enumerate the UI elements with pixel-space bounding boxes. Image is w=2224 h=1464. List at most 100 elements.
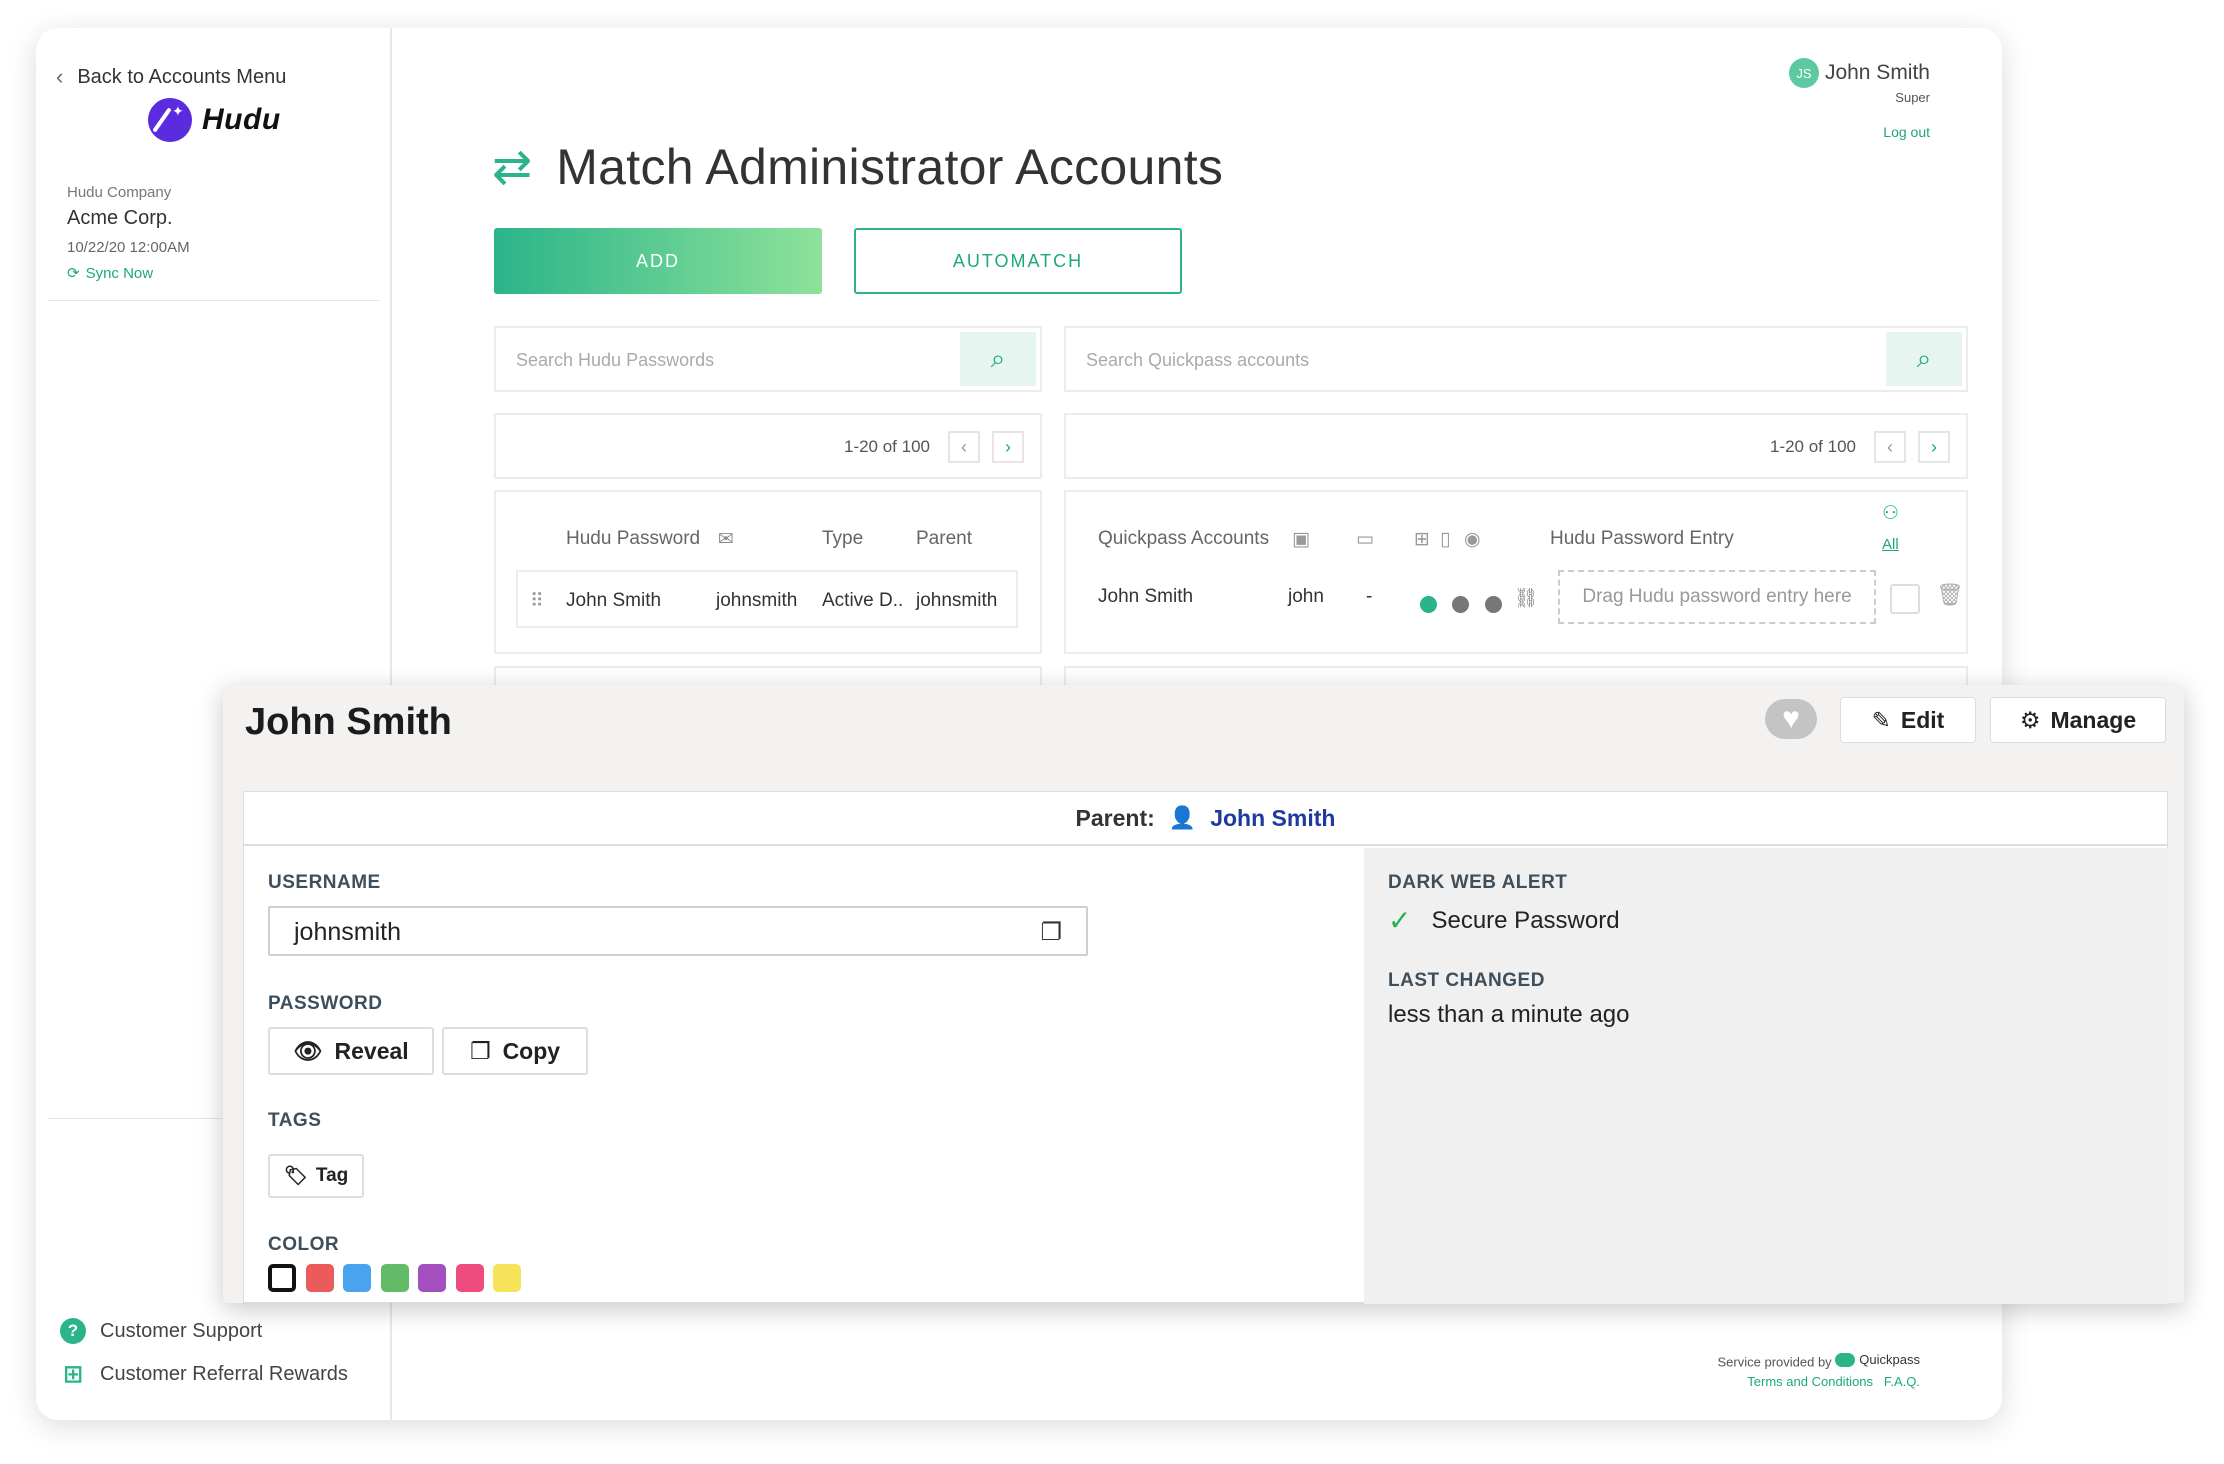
parent-link[interactable]: John Smith — [1210, 805, 1335, 832]
row-username: johnsmith — [716, 590, 798, 611]
password-card: Parent: 👤 John Smith USERNAME johnsmith … — [243, 791, 2169, 1304]
customer-support-link[interactable]: ? Customer Support — [60, 1318, 262, 1344]
last-changed-value: less than a minute ago — [1388, 1001, 1630, 1028]
copy-icon: ❐ — [469, 1037, 491, 1064]
pager-info: 1-20 of 100 — [843, 437, 930, 456]
column-header[interactable]: Hudu Password — [566, 528, 700, 550]
username-field[interactable]: johnsmith ❐ — [268, 906, 1088, 956]
automatch-button[interactable]: AUTOMATCH — [854, 228, 1182, 294]
tag-button[interactable]: 🏷 Tag — [268, 1154, 364, 1198]
quickpass-search[interactable]: Search Quickpass accounts ⌕ — [1064, 326, 1968, 392]
column-header[interactable]: Parent — [916, 528, 972, 550]
password-detail-panel: John Smith ♥ ✎ Edit ⚙ Manage Parent: 👤 J… — [223, 685, 2184, 1304]
sync-date: 10/22/20 12:00AM — [67, 239, 190, 256]
dark-web-status: ✓ Secure Password — [1388, 904, 1620, 937]
quickpass-search-input[interactable]: Search Quickpass accounts — [1086, 350, 1309, 371]
prev-page-button[interactable]: ‹ — [948, 431, 980, 463]
sync-icon: ⟳ — [67, 265, 80, 282]
dark-web-label: DARK WEB ALERT — [1388, 872, 1568, 893]
color-swatch[interactable] — [418, 1264, 446, 1292]
search-icon[interactable]: ⌕ — [960, 332, 1036, 386]
color-swatch[interactable] — [343, 1264, 371, 1292]
next-page-button[interactable]: › — [1918, 431, 1950, 463]
office-icon: ▯ — [1440, 529, 1451, 550]
edit-button[interactable]: ✎ Edit — [1840, 697, 1976, 743]
quickpass-logo: Quickpass — [1835, 1352, 1920, 1367]
automatch-all-icon[interactable]: ⚇ — [1882, 502, 1899, 525]
back-link[interactable]: ‹ Back to Accounts Menu — [56, 64, 286, 90]
service-label: Service provided by — [1717, 1354, 1832, 1370]
faq-link[interactable]: F.A.Q. — [1884, 1374, 1920, 1389]
tag-label: Tag — [315, 1165, 349, 1186]
link-icon[interactable]: ⛓ — [1514, 586, 1538, 610]
manage-button[interactable]: ⚙ Manage — [1990, 697, 2166, 743]
mail-icon: ✉ — [718, 529, 734, 550]
color-swatch[interactable] — [268, 1264, 296, 1292]
row-name: John Smith — [1098, 586, 1194, 607]
quickpass-logo-icon — [1835, 1352, 1856, 1367]
drag-handle-icon[interactable]: ⠿ — [530, 590, 544, 613]
status-dot — [1420, 596, 1437, 613]
color-swatch[interactable] — [380, 1264, 409, 1292]
company-label: Hudu Company — [67, 184, 172, 201]
hudu-password-table: Hudu Password ✉ Type Parent ⠿ John Smith… — [494, 490, 1042, 654]
heart-icon[interactable]: ♥ — [1765, 699, 1817, 739]
user-role: Super — [1895, 90, 1930, 105]
row-parent: johnsmith — [916, 590, 998, 611]
customer-support-label: Customer Support — [100, 1319, 263, 1342]
copy-icon[interactable]: ❐ — [1040, 918, 1062, 947]
user-name: John Smith — [1824, 61, 1930, 84]
reveal-button[interactable]: 👁 Reveal — [268, 1027, 434, 1075]
logout-link[interactable]: Log out — [1883, 124, 1930, 140]
column-header[interactable]: Type — [822, 528, 863, 550]
row-name: John Smith — [566, 590, 662, 611]
color-swatch[interactable] — [305, 1264, 334, 1292]
gear-icon: ⚙ — [2019, 706, 2041, 733]
username-value: johnsmith — [294, 918, 401, 946]
status-dot — [1485, 596, 1502, 613]
avatar: JS — [1788, 58, 1819, 88]
user-circle-icon: ◉ — [1464, 529, 1481, 550]
row-checkbox[interactable] — [1890, 584, 1920, 614]
quickpass-accounts-table: Quickpass Accounts ▣ ▭ ⊞ ▯ ◉ Hudu Passwo… — [1064, 490, 1968, 654]
quickpass-pager: 1-20 of 100 ‹ › — [1064, 413, 1968, 479]
copy-label: Copy — [502, 1037, 561, 1064]
chevron-left-icon: ‹ — [56, 64, 64, 89]
sync-label: Sync Now — [85, 264, 154, 282]
sidebar-divider — [48, 300, 380, 301]
reveal-label: Reveal — [334, 1037, 409, 1064]
all-link[interactable]: All — [1882, 536, 1899, 553]
parent-bar: Parent: 👤 John Smith — [244, 792, 2167, 846]
trash-icon[interactable]: 🗑 — [1936, 582, 1964, 608]
terms-link[interactable]: Terms and Conditions — [1747, 1374, 1873, 1389]
column-header[interactable]: Quickpass Accounts — [1098, 528, 1269, 550]
prev-page-button[interactable]: ‹ — [1874, 431, 1906, 463]
edit-icon: ✎ — [1871, 706, 1891, 733]
hudu-logo: Hudu — [148, 98, 281, 142]
sync-now-link[interactable]: ⟳ Sync Now — [67, 264, 190, 283]
tags-label: TAGS — [268, 1110, 322, 1131]
next-page-button[interactable]: › — [992, 431, 1024, 463]
page-header: ⇄ Match Administrator Accounts — [492, 138, 1223, 196]
hudu-logo-icon — [148, 98, 192, 142]
copy-button[interactable]: ❐ Copy — [442, 1027, 588, 1075]
color-swatch[interactable] — [455, 1264, 484, 1292]
password-drop-zone[interactable]: Drag Hudu password entry here — [1558, 570, 1876, 624]
user-icon: 👤 — [1168, 805, 1197, 830]
color-label: COLOR — [268, 1234, 340, 1255]
user-menu[interactable]: JS John Smith Super — [1788, 58, 1930, 105]
hudu-search[interactable]: Search Hudu Passwords ⌕ — [494, 326, 1042, 392]
search-icon[interactable]: ⌕ — [1886, 332, 1962, 386]
footer: Service provided by Quickpass Terms and … — [1718, 1352, 1921, 1389]
company-info: Hudu Company Acme Corp. 10/22/20 12:00AM… — [67, 184, 190, 282]
hudu-search-input[interactable]: Search Hudu Passwords — [516, 350, 714, 371]
tag-icon: 🏷 — [283, 1166, 308, 1187]
color-swatch[interactable] — [493, 1264, 521, 1292]
windows-icon: ⊞ — [1414, 529, 1430, 550]
customer-referral-link[interactable]: ⊞ Customer Referral Rewards — [60, 1361, 348, 1388]
parent-label: Parent: — [1075, 804, 1155, 831]
row-user: john — [1288, 586, 1324, 607]
dark-web-value: Secure Password — [1431, 906, 1620, 934]
column-header[interactable]: Hudu Password Entry — [1550, 528, 1734, 550]
add-button[interactable]: ADD — [494, 228, 822, 294]
